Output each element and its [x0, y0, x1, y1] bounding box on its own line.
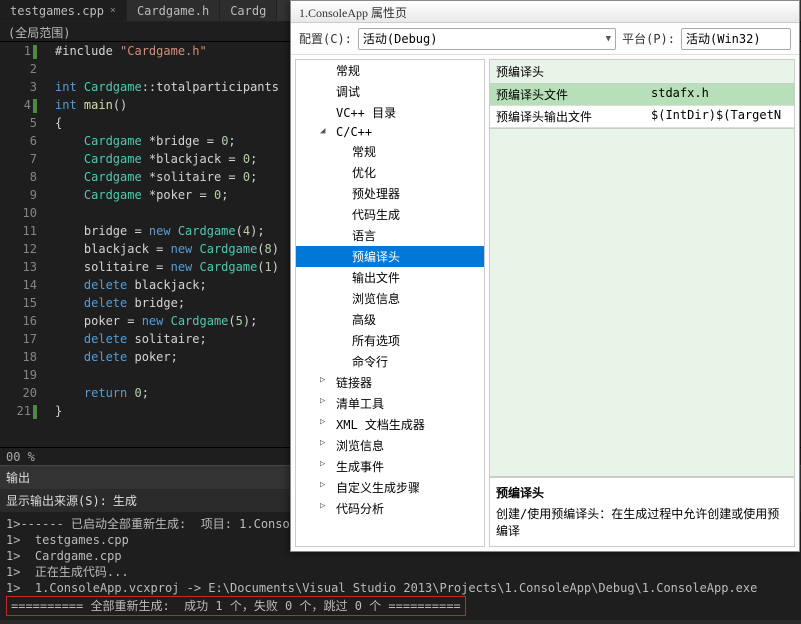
tab-cardgame-h[interactable]: Cardgame.h — [127, 0, 220, 21]
tree-item[interactable]: VC++ 目录 — [296, 102, 484, 123]
desc-title: 预编译头 — [496, 484, 788, 501]
dialog-toolbar: 配置(C): 活动(Debug) ▼ 平台(P): 活动(Win32) — [291, 23, 799, 55]
category-tree[interactable]: 常规调试VC++ 目录◢C/C++常规优化预处理器代码生成语言预编译头输出文件浏… — [295, 59, 485, 547]
tree-item[interactable]: 命令行 — [296, 351, 484, 372]
desc-text: 创建/使用预编译头：在生成过程中允许创建或使用预编译 — [496, 507, 779, 538]
tree-item[interactable]: 高级 — [296, 309, 484, 330]
tree-item[interactable]: 预编译头 — [296, 246, 484, 267]
tree-item[interactable]: ▷生成事件 — [296, 456, 484, 477]
config-combo[interactable]: 活动(Debug) ▼ — [358, 28, 616, 50]
tab-label: Cardgame.h — [137, 4, 209, 18]
tree-item[interactable]: 浏览信息 — [296, 288, 484, 309]
tree-item[interactable]: 常规 — [296, 141, 484, 162]
tree-item[interactable]: 常规 — [296, 60, 484, 81]
tree-item[interactable]: ◢C/C++ — [296, 123, 484, 141]
prop-group-header: 预编译头 — [490, 60, 794, 84]
table-row[interactable]: 预编译头文件stdafx.h — [490, 84, 794, 106]
table-row[interactable]: 预编译头输出文件$(IntDir)$(TargetN — [490, 106, 794, 128]
tree-item[interactable]: 调试 — [296, 81, 484, 102]
tree-item[interactable]: 预处理器 — [296, 183, 484, 204]
config-value: 活动(Debug) — [363, 30, 438, 47]
tree-item[interactable]: ▷自定义生成步骤 — [296, 477, 484, 498]
close-icon[interactable]: × — [110, 5, 116, 16]
platform-value: 活动(Win32) — [686, 30, 761, 47]
output-source-label: 显示输出来源(S): — [6, 492, 107, 509]
tab-cardg[interactable]: Cardg — [220, 0, 277, 21]
property-description: 预编译头 创建/使用预编译头：在生成过程中允许创建或使用预编译 — [489, 477, 795, 547]
tree-item[interactable]: 代码生成 — [296, 204, 484, 225]
property-pane: 预编译头 预编译头文件stdafx.h预编译头输出文件$(IntDir)$(Ta… — [489, 59, 795, 547]
chevron-down-icon: ▼ — [606, 34, 611, 44]
tree-item[interactable]: 输出文件 — [296, 267, 484, 288]
tab-testgames[interactable]: testgames.cpp × — [0, 0, 127, 21]
platform-label: 平台(P): — [622, 30, 675, 47]
property-table[interactable]: 预编译头 预编译头文件stdafx.h预编译头输出文件$(IntDir)$(Ta… — [489, 59, 795, 129]
tree-item[interactable]: 所有选项 — [296, 330, 484, 351]
tree-item[interactable]: 优化 — [296, 162, 484, 183]
tab-label: testgames.cpp — [10, 4, 104, 18]
dialog-title: 1.ConsoleApp 属性页 — [291, 1, 799, 23]
tree-item[interactable]: ▷链接器 — [296, 372, 484, 393]
tree-item[interactable]: 语言 — [296, 225, 484, 246]
output-source-value[interactable]: 生成 — [113, 492, 137, 509]
line-gutter: 123456789101112131415161718192021 — [0, 42, 45, 447]
tree-item[interactable]: ▷代码分析 — [296, 498, 484, 519]
config-label: 配置(C): — [299, 30, 352, 47]
tab-label: Cardg — [230, 4, 266, 18]
tree-item[interactable]: ▷XML 文档生成器 — [296, 414, 484, 435]
platform-combo[interactable]: 活动(Win32) — [681, 28, 791, 50]
tree-item[interactable]: ▷浏览信息 — [296, 435, 484, 456]
property-blank — [489, 129, 795, 477]
tree-item[interactable]: ▷清单工具 — [296, 393, 484, 414]
property-pages-dialog: 1.ConsoleApp 属性页 配置(C): 活动(Debug) ▼ 平台(P… — [290, 0, 800, 552]
